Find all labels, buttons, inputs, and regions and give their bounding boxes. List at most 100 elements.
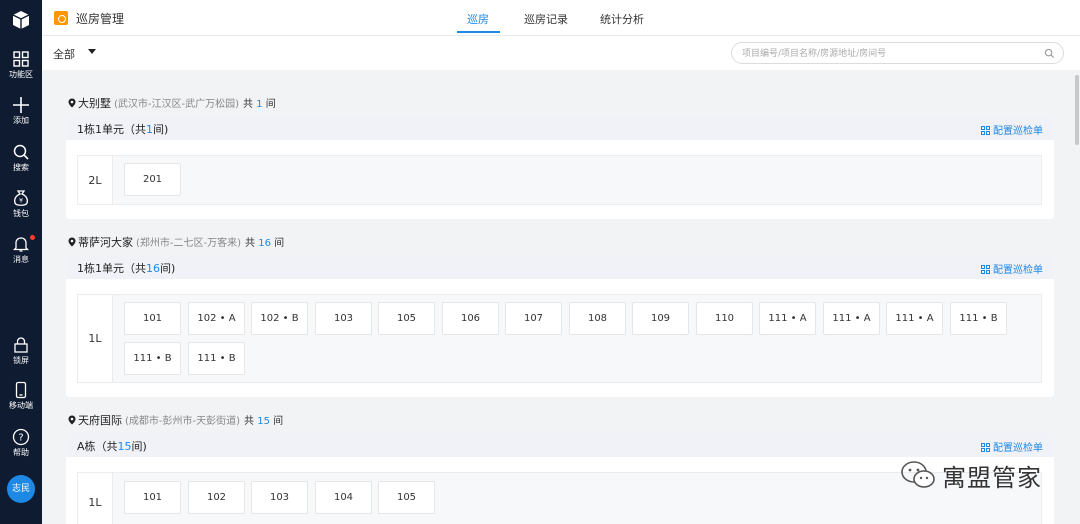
floor-row: 2L 201 (77, 155, 1042, 205)
project-address: (成都市-彭州市-天彭街道) (125, 416, 241, 427)
search-input[interactable] (742, 46, 1032, 61)
room-card[interactable]: 109 (632, 302, 689, 335)
project-name: 蒂萨河大家 (78, 236, 133, 249)
location-pin-icon (68, 237, 76, 247)
sidebar-item-mobile[interactable]: 移动端 (0, 381, 42, 411)
search-icon (13, 144, 29, 160)
sidebar-item-messages[interactable]: 消息 (0, 235, 42, 265)
configure-checklist-button[interactable]: 配置巡检单 (981, 122, 1043, 137)
unread-dot (30, 235, 35, 240)
project-name: 大别墅 (78, 97, 111, 110)
tab-patrol[interactable]: 巡房 (467, 11, 489, 27)
project-card: 1栋1单元（共1间) 配置巡检单 2L 201 (66, 116, 1054, 219)
room-card[interactable]: 103 (315, 302, 372, 335)
tab-statistics[interactable]: 统计分析 (600, 11, 644, 27)
room-card[interactable]: 201 (124, 163, 181, 196)
sidebar-item-label: 锁屏 (13, 356, 29, 365)
project-count: 共 1 间 (243, 99, 276, 110)
floor-label: 1L (78, 473, 113, 524)
building-count: 15 (117, 440, 132, 453)
count-value: 16 (258, 238, 271, 249)
room-card[interactable]: 105 (378, 481, 435, 514)
page-title: 巡房管理 (76, 12, 125, 26)
configure-checklist-label: 配置巡检单 (993, 265, 1043, 276)
app-logo-icon (54, 11, 68, 25)
watermark-text: 寓盟管家 (942, 463, 1042, 492)
floor-label: 1L (78, 295, 113, 382)
room-card[interactable]: 102 • B (251, 302, 308, 335)
configure-checklist-button[interactable]: 配置巡检单 (981, 261, 1043, 276)
sidebar-item-label: 帮助 (13, 448, 29, 457)
project-address: (武汉市-江汉区-武广万松园) (114, 99, 240, 110)
sidebar-item-search[interactable]: 搜索 (0, 143, 42, 173)
sidebar-item-wallet[interactable]: ¥ 钱包 (0, 189, 42, 219)
project-header: 天府国际 (成都市-彭州市-天彭街道) 共 15 间 (68, 412, 283, 428)
search-icon[interactable] (1044, 48, 1055, 59)
building-header: A栋（共15间) 配置巡检单 (66, 433, 1054, 457)
svg-text:?: ? (18, 433, 23, 444)
sidebar-item-help[interactable]: ? 帮助 (0, 428, 42, 458)
count-value: 1 (256, 99, 263, 110)
grid-small-icon (981, 443, 990, 452)
room-card[interactable]: 106 (442, 302, 499, 335)
floor-row: 1L 101 102 103 104 105 (77, 472, 1042, 524)
building-name: A栋（共15间) (77, 438, 147, 454)
project-header: 大别墅 (武汉市-江汉区-武广万松园) 共 1 间 (68, 95, 276, 111)
count-prefix: 共 (243, 99, 254, 110)
scrollbar-thumb[interactable] (1075, 75, 1079, 145)
help-icon: ? (12, 428, 30, 446)
filter-select[interactable]: 全部 (53, 46, 75, 62)
location-pin-icon (68, 98, 76, 108)
sidebar-item-add[interactable]: 添加 (0, 96, 42, 126)
svg-text:¥: ¥ (19, 198, 23, 205)
project-address: (郑州市-二七区-万客来) (136, 238, 242, 249)
avatar[interactable]: 志民 (7, 475, 35, 503)
sidebar-item-lock[interactable]: 锁屏 (0, 336, 42, 366)
building-name-prefix: 1栋1单元（共 (77, 123, 146, 136)
building-header: 1栋1单元（共16间) 配置巡检单 (66, 255, 1054, 279)
tab-patrol-records[interactable]: 巡房记录 (524, 11, 568, 27)
wechat-icon (901, 461, 935, 488)
building-name: 1栋1单元（共1间) (77, 121, 168, 137)
room-card[interactable]: 110 (696, 302, 753, 335)
project-name: 天府国际 (78, 414, 122, 427)
count-value: 15 (257, 416, 270, 427)
watermark: 寓盟管家 (900, 455, 1042, 495)
count-prefix: 共 (244, 416, 255, 427)
sidebar-item-label: 搜索 (13, 163, 29, 172)
building-name-suffix: 间) (160, 262, 176, 275)
room-card[interactable]: 102 (188, 481, 245, 514)
count-suffix: 间 (274, 238, 285, 249)
room-card[interactable]: 101 (124, 481, 181, 514)
room-card[interactable]: 111 • A (823, 302, 880, 335)
vertical-scrollbar[interactable] (1074, 71, 1080, 524)
sidebar-item-label: 钱包 (13, 209, 29, 218)
mobile-icon (15, 381, 27, 399)
building-name-prefix: 1栋1单元（共 (77, 262, 146, 275)
room-card[interactable]: 105 (378, 302, 435, 335)
caret-down-icon[interactable] (88, 49, 96, 54)
room-card[interactable]: 101 (124, 302, 181, 335)
count-suffix: 间 (265, 99, 276, 110)
room-card[interactable]: 111 • B (950, 302, 1007, 335)
sidebar-item-label: 功能区 (9, 70, 33, 79)
top-header: 巡房管理 巡房 巡房记录 统计分析 (42, 0, 1080, 36)
room-card[interactable]: 111 • B (188, 342, 245, 375)
grid-icon (13, 51, 29, 67)
cube-logo-icon[interactable] (11, 10, 31, 30)
search-box[interactable] (731, 42, 1064, 64)
room-card[interactable]: 102 • A (188, 302, 245, 335)
lock-icon (14, 337, 28, 353)
building-name-prefix: A栋（共 (77, 440, 118, 453)
room-card[interactable]: 104 (315, 481, 372, 514)
sidebar-item-functions[interactable]: 功能区 (0, 50, 42, 80)
room-card[interactable]: 111 • A (759, 302, 816, 335)
room-card[interactable]: 103 (251, 481, 308, 514)
room-card[interactable]: 111 • A (886, 302, 943, 335)
project-count: 共 15 间 (244, 416, 283, 427)
configure-checklist-button[interactable]: 配置巡检单 (981, 439, 1043, 454)
room-card[interactable]: 111 • B (124, 342, 181, 375)
room-card[interactable]: 107 (505, 302, 562, 335)
room-card[interactable]: 108 (569, 302, 626, 335)
filter-bar: 全部 (42, 36, 1080, 70)
